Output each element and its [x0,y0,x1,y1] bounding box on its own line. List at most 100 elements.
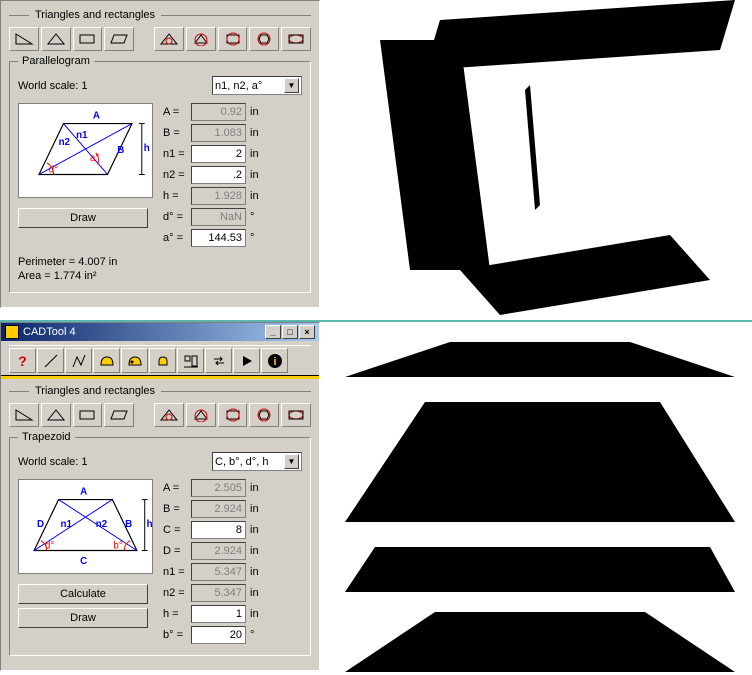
content-row: A B n2 n1 h d° a° Draw A =0.92in B =1.08… [18,103,302,250]
n2-input-2: 5.347 [191,584,246,602]
param-select[interactable]: n1, n2, a° ▼ [212,76,302,95]
field-d: d° =NaN° [163,208,264,226]
section-title: Triangles and rectangles [35,9,155,21]
help-icon[interactable]: ? [9,348,36,373]
square-circle-icon[interactable] [218,27,248,51]
triangle-iso-icon[interactable] [41,27,71,51]
trapezoid-diagram: A B C D n1 n2 h d° b° [18,479,153,574]
svg-text:B: B [117,145,124,156]
parallelogram-group: Parallelogram World scale: 1 n1, n2, a° … [9,61,311,293]
svg-text:B: B [125,519,132,530]
app-icon [5,325,19,339]
svg-text:n2: n2 [96,519,108,530]
polyline-tool-icon[interactable] [65,348,92,373]
svg-text:b°: b° [113,541,122,552]
rectangle-icon[interactable] [73,27,103,51]
shape-toolbar [9,27,311,51]
field-n1: n1 =2in [163,145,264,163]
parallelogram-icon[interactable] [104,403,134,427]
app-title: CADTool 4 [23,326,76,338]
n1-input-2: 5.347 [191,563,246,581]
field-a: a° =144.53° [163,229,264,247]
svg-text:n2: n2 [59,137,71,148]
B-input-2: 2.924 [191,500,246,518]
b-input[interactable]: 20 [191,626,246,644]
trapezoid-group: Trapezoid World scale: 1 C, b°, d°, h ▼ [9,437,311,656]
line-tool-icon[interactable] [37,348,64,373]
A-input-2: 2.505 [191,479,246,497]
parallelogram-panel: Triangles and rectangles Parallelogram W… [0,0,320,308]
swap-icon[interactable] [205,348,232,373]
a-input[interactable]: 144.53 [191,229,246,247]
svg-text:n1: n1 [76,130,88,141]
chevron-down-icon: ▼ [284,454,299,469]
polygon-in-circle-icon[interactable] [249,403,279,427]
svg-text:n1: n1 [61,519,73,530]
triangle-right-icon[interactable] [9,27,39,51]
scale-label-2: World scale: 1 [18,456,88,468]
select-value-2: C, b°, d°, h [215,456,268,468]
param-select-2[interactable]: C, b°, d°, h ▼ [212,452,302,471]
helmet1-icon[interactable] [93,348,120,373]
C-input[interactable]: 8 [191,521,246,539]
section-header-2: Triangles and rectangles [9,385,311,397]
top-row: Triangles and rectangles Parallelogram W… [0,0,752,320]
area-label: Area = 1.774 in² [18,270,302,282]
fields-column: A =0.92in B =1.083in n1 =2in n2 =.2in h … [163,103,264,250]
bell-icon[interactable] [149,348,176,373]
svg-text:i: i [273,356,276,368]
scale-row: World scale: 1 n1, n2, a° ▼ [18,76,302,95]
A-input: 0.92 [191,103,246,121]
ellipse-in-rect-icon[interactable] [281,27,311,51]
svg-text:d°: d° [49,165,58,176]
rectangle-icon[interactable] [73,403,103,427]
maximize-button[interactable]: □ [282,325,298,339]
triangle-right-icon[interactable] [9,403,39,427]
scale-row-2: World scale: 1 C, b°, d°, h ▼ [18,452,302,471]
group-title: Parallelogram [18,55,94,67]
square-circle-icon[interactable] [218,403,248,427]
h-input: 1.928 [191,187,246,205]
play-icon[interactable] [233,348,260,373]
close-button[interactable]: × [299,325,315,339]
section-header: Triangles and rectangles [9,9,311,21]
svg-text:A: A [93,111,100,122]
stats: Perimeter = 4.007 in Area = 1.774 in² [18,256,302,282]
incircle-triangle-icon[interactable] [154,403,184,427]
svg-text:d°: d° [45,541,54,552]
section-title-2: Triangles and rectangles [35,385,155,397]
incircle-triangle-icon[interactable] [154,27,184,51]
helmet2-icon[interactable] [121,348,148,373]
svg-text:h: h [144,143,150,154]
n1-input[interactable]: 2 [191,145,246,163]
field-B: B =1.083in [163,124,264,142]
draw-button[interactable]: Draw [18,208,148,228]
diagram-column-2: A B C D n1 n2 h d° b° Calculate Draw [18,479,153,647]
triangle-iso-icon[interactable] [41,403,71,427]
trapezoid-canvas [320,322,752,672]
parallelogram-canvas [320,0,752,320]
select-value: n1, n2, a° [215,80,262,92]
circumcircle-triangle-icon[interactable] [186,403,216,427]
calculate-button[interactable]: Calculate [18,584,148,604]
polygon-in-circle-icon[interactable] [249,27,279,51]
n2-input[interactable]: .2 [191,166,246,184]
info-icon[interactable]: i [261,348,288,373]
parallelogram-diagram: A B n2 n1 h d° a° [18,103,153,198]
D-input-2: 2.924 [191,542,246,560]
content-row-2: A B C D n1 n2 h d° b° Calculate Draw [18,479,302,647]
main-toolbar: ? i [9,345,311,373]
minimize-button[interactable]: _ [265,325,281,339]
svg-text:h: h [147,519,152,530]
chevron-down-icon: ▼ [284,78,299,93]
trapezoid-panel: CADTool 4 _ □ × ? i Triangles and rectan… [0,322,320,671]
draw-button-2[interactable]: Draw [18,608,148,628]
align-icon[interactable] [177,348,204,373]
parallelogram-icon[interactable] [104,27,134,51]
ellipse-in-rect-icon[interactable] [281,403,311,427]
diagram-column: A B n2 n1 h d° a° Draw [18,103,153,250]
svg-text:A: A [80,487,87,498]
circumcircle-triangle-icon[interactable] [186,27,216,51]
h-input-2[interactable]: 1 [191,605,246,623]
field-A: A =0.92in [163,103,264,121]
